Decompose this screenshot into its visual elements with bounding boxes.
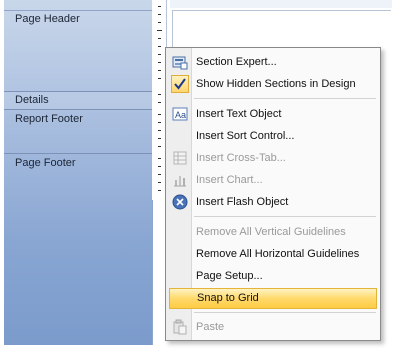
menu-item-show-hidden-sections[interactable]: Show Hidden Sections in Design <box>168 74 376 94</box>
section-page-header[interactable]: Page Header <box>4 10 152 88</box>
section-expert-icon <box>172 54 188 70</box>
menu-item-insert-sort-control[interactable]: Insert Sort Control... <box>168 126 376 146</box>
context-menu: Section Expert... Show Hidden Sections i… <box>165 47 381 341</box>
menu-item-snap-to-grid[interactable]: Snap to Grid <box>169 288 377 309</box>
menu-label-show-hidden-sections: Show Hidden Sections in Design <box>196 78 356 90</box>
section-page-footer[interactable]: Page Footer <box>4 153 152 214</box>
menu-item-insert-chart: Insert Chart... <box>168 170 376 190</box>
sections-panel: Page Header Details Report Footer Page F… <box>4 0 153 345</box>
text-object-icon: Aa <box>172 106 188 122</box>
menu-item-section-expert[interactable]: Section Expert... <box>168 52 376 72</box>
section-report-footer[interactable]: Report Footer <box>4 109 152 153</box>
menu-label-insert-text-object: Insert Text Object <box>196 108 282 120</box>
menu-label-section-expert: Section Expert... <box>196 56 277 68</box>
menu-label-insert-chart: Insert Chart... <box>196 174 263 186</box>
menu-item-insert-cross-tab: Insert Cross-Tab... <box>168 148 376 168</box>
menu-label-remove-vertical-guidelines: Remove All Vertical Guidelines <box>196 226 346 238</box>
section-label-report-footer: Report Footer <box>15 113 83 125</box>
menu-item-insert-flash-object[interactable]: Insert Flash Object <box>168 192 376 212</box>
chart-icon <box>172 172 188 188</box>
cross-tab-icon <box>172 150 188 166</box>
menu-label-insert-cross-tab: Insert Cross-Tab... <box>196 152 286 164</box>
design-canvas-page-header[interactable] <box>172 10 391 51</box>
section-details[interactable]: Details <box>4 91 152 109</box>
menu-label-insert-sort-control: Insert Sort Control... <box>196 130 295 142</box>
canvas-top-strip <box>170 0 392 8</box>
svg-text:Aa: Aa <box>175 110 186 120</box>
menu-label-page-setup: Page Setup... <box>196 270 263 282</box>
menu-item-insert-text-object[interactable]: Aa Insert Text Object <box>168 104 376 124</box>
flash-object-icon <box>172 194 188 210</box>
section-label-details: Details <box>15 94 49 106</box>
paste-icon <box>172 319 188 335</box>
menu-item-paste: Paste <box>168 317 376 337</box>
checkmark-icon <box>173 77 189 93</box>
menu-item-remove-vertical-guidelines: Remove All Vertical Guidelines <box>168 222 376 242</box>
menu-separator <box>194 216 376 217</box>
section-label-page-header: Page Header <box>15 13 80 25</box>
menu-item-page-setup[interactable]: Page Setup... <box>168 266 376 286</box>
menu-label-insert-flash-object: Insert Flash Object <box>196 196 289 208</box>
menu-item-remove-horizontal-guidelines[interactable]: Remove All Horizontal Guidelines <box>168 244 376 264</box>
menu-label-snap-to-grid: Snap to Grid <box>197 292 259 304</box>
menu-separator <box>194 98 376 99</box>
menu-label-paste: Paste <box>196 321 225 333</box>
section-label-page-footer: Page Footer <box>15 157 76 169</box>
menu-label-remove-horizontal-guidelines: Remove All Horizontal Guidelines <box>196 248 360 260</box>
menu-separator <box>194 312 376 313</box>
